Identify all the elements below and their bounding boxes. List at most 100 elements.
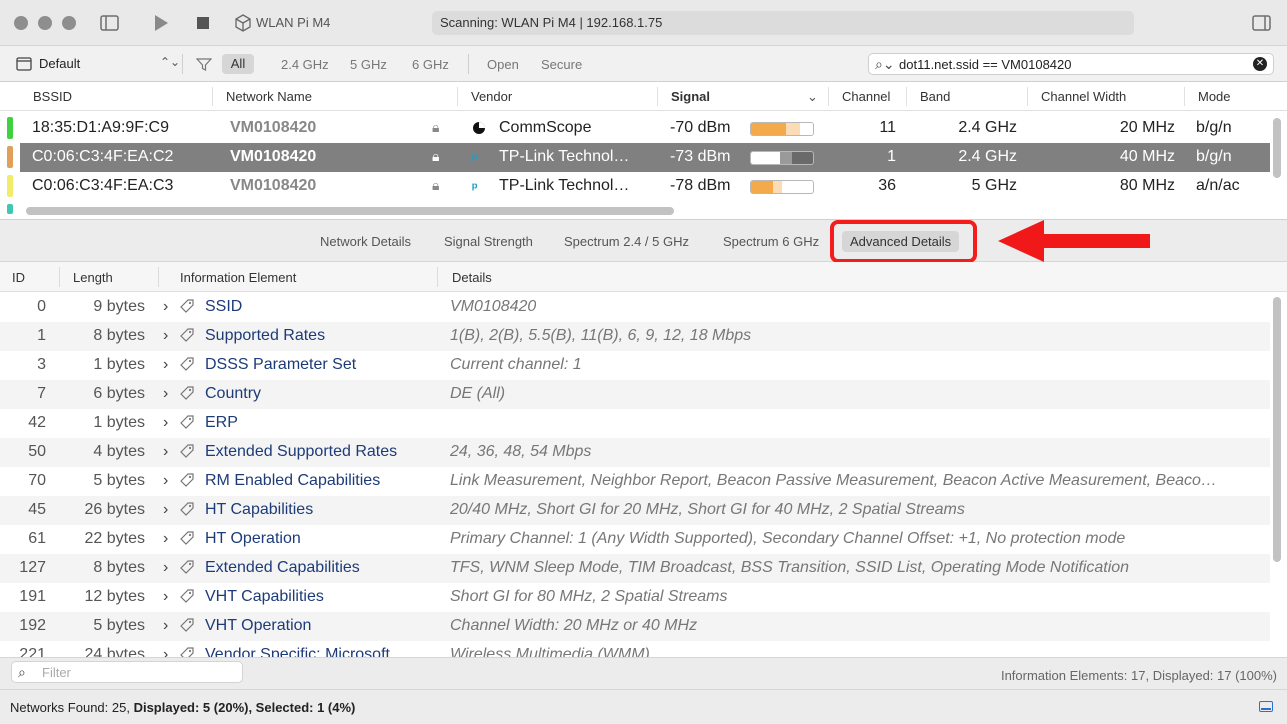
column-header-details[interactable]: Details [452, 270, 492, 285]
network-row[interactable]: C0:06:C3:4F:EA:C2 VM0108420 🔒︎ ᵖ TP-Link Tec… [20, 143, 1270, 172]
filter-6ghz-button[interactable]: 6 GHz [412, 57, 449, 72]
expand-chevron-icon[interactable]: › [163, 559, 168, 577]
network-row[interactable]: C0:06:C3:4F:EA:C3 VM0108420 🔒︎ ᵖ TP-Link Tec… [20, 172, 1270, 201]
filter-5ghz-button[interactable]: 5 GHz [350, 57, 387, 72]
row-color-strip [7, 117, 13, 139]
ie-filter-field[interactable]: ⌕ Filter [11, 661, 243, 683]
column-divider [828, 87, 829, 106]
filter-open-button[interactable]: Open [487, 57, 519, 72]
expand-chevron-icon[interactable]: › [163, 646, 168, 657]
sort-chevron-down-icon[interactable]: ⌄ [807, 89, 818, 105]
ie-row[interactable]: 221 24 bytes › Vendor Specific: Microsoft Wi… [0, 641, 1270, 657]
zoom-window-button[interactable] [62, 16, 76, 30]
ie-row[interactable]: 31 bytes › DSSS Parameter Set Current chann… [0, 351, 1270, 380]
close-window-button[interactable] [14, 16, 28, 30]
ie-row[interactable]: 192 5 bytes › VHT Operation Channel Width: 2… [0, 612, 1270, 641]
ie-name-cell: Supported Rates [205, 327, 326, 344]
ie-length-cell: 1 bytes [93, 414, 145, 431]
ie-row[interactable]: 127 8 bytes › Extended Capabilities TFS, WNM… [0, 554, 1270, 583]
expand-chevron-icon[interactable]: › [163, 501, 168, 519]
expand-chevron-icon[interactable]: › [163, 385, 168, 403]
column-header-bssid[interactable]: BSSID [33, 89, 72, 104]
profile-select[interactable]: Default ⌃⌄ [16, 55, 180, 73]
expand-chevron-icon[interactable]: › [163, 530, 168, 548]
column-header-band[interactable]: Band [920, 89, 950, 104]
expand-chevron-icon[interactable]: › [163, 327, 168, 345]
ie-row[interactable]: 76 bytes › Country DE (All) [0, 380, 1270, 409]
expand-chevron-icon[interactable]: › [163, 414, 168, 432]
horizontal-scrollbar[interactable] [26, 207, 674, 215]
column-header-channel-width[interactable]: Channel Width [1041, 89, 1126, 104]
lock-icon: 🔒︎ [432, 119, 440, 135]
ie-name-cell: DSSS Parameter Set [205, 356, 357, 373]
signal-bar-fill [751, 123, 786, 135]
ie-row[interactable]: 50 4 bytes › Extended Supported Rates 24, 36… [0, 438, 1270, 467]
mode-cell: b/g/n [1196, 119, 1232, 136]
device-name[interactable]: WLAN Pi M4 [256, 15, 330, 30]
column-header-vendor[interactable]: Vendor [471, 89, 512, 104]
signal-bar-range [773, 181, 782, 193]
vendor-cell: CommScope [499, 119, 592, 136]
ie-row[interactable]: 191 12 bytes › VHT Capabilities Short GI for… [0, 583, 1270, 612]
expand-chevron-icon[interactable]: › [163, 588, 168, 606]
filter-bar: Default ⌃⌄ All 2.4 GHz 5 GHz 6 GHz Open … [0, 46, 1287, 82]
filter-secure-button[interactable]: Secure [541, 57, 582, 72]
profile-label: Default [39, 56, 81, 71]
column-header-channel[interactable]: Channel [842, 89, 890, 104]
ie-row[interactable]: 45 26 bytes › HT Capabilities 20/40 MHz, Sho… [0, 496, 1270, 525]
expand-chevron-icon[interactable]: › [163, 443, 168, 461]
minimize-window-button[interactable] [38, 16, 52, 30]
ie-row[interactable]: 61 22 bytes › HT Operation Primary Channel: … [0, 525, 1270, 554]
tab-signal-strength[interactable]: Signal Strength [444, 234, 533, 249]
expand-chevron-icon[interactable]: › [163, 298, 168, 316]
ie-row[interactable]: 42 1 bytes › ERP [0, 409, 1270, 438]
filter-all-button[interactable]: All [222, 54, 254, 74]
column-header-network-name[interactable]: Network Name [226, 89, 312, 104]
network-name-cell: VM0108420 [230, 148, 317, 165]
title-bar: WLAN Pi M4 Scanning: WLAN Pi M4 | 192.16… [0, 0, 1287, 46]
bottom-panel-toggle-icon[interactable] [1259, 701, 1273, 712]
column-header-length[interactable]: Length [73, 270, 113, 285]
expand-chevron-icon[interactable]: › [163, 472, 168, 490]
ie-name-cell: VHT Capabilities [205, 588, 324, 605]
tag-icon [179, 385, 195, 406]
network-row[interactable]: 18:35:D1:A9:9F:C9 VM0108420 🔒︎ CommScope -70… [20, 114, 1270, 143]
status-text: Networks Found: 25, Displayed: 5 (20%), … [10, 700, 355, 715]
search-query[interactable]: dot11.net.ssid == VM0108420 [899, 57, 1072, 72]
ie-row[interactable]: 18 bytes › Supported Rates 1(B), 2(B), 5.5(… [0, 322, 1270, 351]
ie-row[interactable]: 70 5 bytes › RM Enabled Capabilities Link Me… [0, 467, 1270, 496]
stop-icon[interactable] [192, 12, 214, 34]
sidebar-toggle-icon[interactable] [99, 12, 121, 34]
filter-2-4ghz-button[interactable]: 2.4 GHz [281, 57, 329, 72]
tab-network-details[interactable]: Network Details [320, 234, 411, 249]
ie-details-cell: Primary Channel: 1 (Any Width Supported)… [450, 530, 1126, 547]
ie-name-cell: SSID [205, 298, 243, 315]
search-icon[interactable]: ⌕⌄ [875, 56, 895, 73]
column-header-information-element[interactable]: Information Element [180, 270, 296, 285]
search-field[interactable]: ⌕⌄ dot11.net.ssid == VM0108420 ✕ [868, 53, 1274, 75]
vertical-scrollbar[interactable] [1273, 297, 1281, 562]
ie-details-cell: Short GI for 80 MHz, 2 Spatial Streams [450, 588, 728, 605]
vendor-logo-icon [472, 121, 486, 140]
tab-spectrum-6ghz[interactable]: Spectrum 6 GHz [723, 234, 819, 249]
filter-funnel-icon[interactable] [196, 57, 212, 72]
column-divider [457, 87, 458, 106]
band-cell: 2.4 GHz [958, 119, 1017, 136]
column-header-signal[interactable]: Signal [671, 89, 710, 104]
vertical-scrollbar[interactable] [1273, 118, 1281, 178]
column-header-id[interactable]: ID [12, 270, 25, 285]
vendor-cell: TP-Link Technol… [499, 177, 630, 194]
ie-count-label: Information Elements: 17, Displayed: 17 … [1000, 668, 1277, 683]
column-header-mode[interactable]: Mode [1198, 89, 1231, 104]
play-icon[interactable] [150, 12, 172, 34]
tab-spectrum-2-4-5ghz[interactable]: Spectrum 2.4 / 5 GHz [564, 234, 689, 249]
tag-icon [179, 501, 195, 522]
expand-chevron-icon[interactable]: › [163, 356, 168, 374]
ie-name-cell: RM Enabled Capabilities [205, 472, 381, 489]
clear-search-icon[interactable]: ✕ [1253, 57, 1267, 71]
ie-filter-placeholder[interactable]: Filter [42, 665, 71, 680]
inspector-toggle-icon[interactable] [1251, 12, 1273, 34]
expand-chevron-icon[interactable]: › [163, 617, 168, 635]
tag-icon [179, 617, 195, 638]
ie-row[interactable]: 09 bytes › SSID VM0108420 [0, 293, 1270, 322]
